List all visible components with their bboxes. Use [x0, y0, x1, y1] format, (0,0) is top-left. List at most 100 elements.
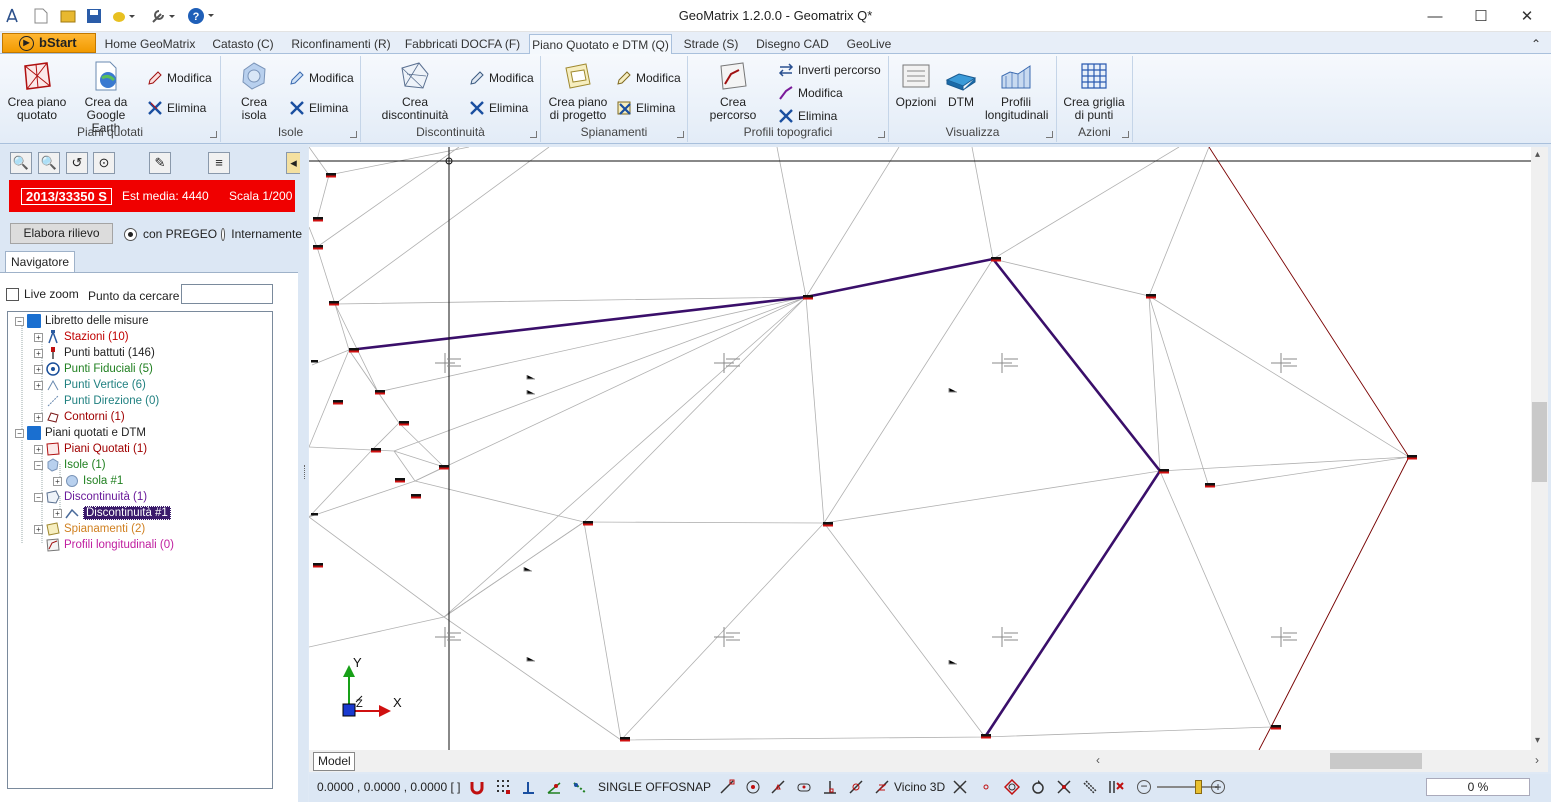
- elimina-discontinuita-button[interactable]: Elimina: [469, 99, 528, 117]
- tree-node-punti-vertice[interactable]: + Punti Vertice (6): [34, 377, 146, 393]
- crea-piano-di-progetto-button[interactable]: Crea piano di progetto: [547, 60, 609, 122]
- dialog-launcher-icon[interactable]: [677, 131, 684, 138]
- tree-node-punti-direzione[interactable]: Punti Direzione (0): [46, 393, 159, 409]
- snap-parallel-icon[interactable]: [1082, 779, 1098, 795]
- snap-nearest-icon[interactable]: [874, 779, 890, 795]
- zoom-out-icon[interactable]: 🔍: [38, 152, 60, 174]
- collapse-ribbon-icon[interactable]: ⌃: [1526, 34, 1546, 54]
- inverti-percorso-button[interactable]: Inverti percorso: [778, 61, 881, 79]
- collapse-icon[interactable]: −: [34, 460, 43, 470]
- magnet-icon[interactable]: [469, 779, 485, 795]
- collapse-icon[interactable]: −: [15, 316, 24, 326]
- zoom-in-button[interactable]: +: [1211, 780, 1225, 794]
- snap-rotate-icon[interactable]: [1030, 779, 1046, 795]
- tree-node-punti-fiduciali[interactable]: + Punti Fiduciali (5): [34, 361, 153, 377]
- expand-icon[interactable]: +: [53, 508, 62, 518]
- tab-disegno-cad[interactable]: Disegno CAD: [750, 34, 835, 54]
- close-button[interactable]: ✕: [1504, 0, 1550, 32]
- crea-piano-quotato-button[interactable]: Crea piano quotato: [6, 60, 68, 122]
- elimina-percorso-button[interactable]: Elimina: [778, 107, 837, 125]
- modifica-isola-button[interactable]: Modifica: [289, 69, 354, 87]
- snap-endpoint-icon[interactable]: [719, 779, 735, 795]
- tree-node-piani-quotati[interactable]: + Piani Quotati (1): [34, 441, 147, 457]
- crea-isola-button[interactable]: Crea isola: [227, 60, 281, 122]
- maximize-button[interactable]: ☐: [1458, 0, 1504, 32]
- tab-navigatore[interactable]: Navigatore: [5, 251, 75, 273]
- tree-node-stazioni[interactable]: + Stazioni (10): [34, 329, 129, 345]
- tab-home-geomatrix[interactable]: Home GeoMatrix: [100, 34, 200, 54]
- tree-node-profili-longitudinali[interactable]: Profili longitudinali (0): [46, 537, 174, 553]
- crea-percorso-button[interactable]: Crea percorso: [696, 60, 770, 122]
- snap-midpoint-icon[interactable]: [770, 779, 786, 795]
- radio-internamente[interactable]: Internamente: [221, 227, 302, 241]
- snap-point-icon[interactable]: [978, 779, 994, 795]
- dialog-launcher-icon[interactable]: [530, 131, 537, 138]
- layers-icon[interactable]: ≡: [208, 152, 230, 174]
- profili-longitudinali-button[interactable]: Profili longitudinali: [985, 60, 1048, 122]
- zoom-window-icon[interactable]: 🔍: [10, 152, 32, 174]
- opzioni-button[interactable]: Opzioni: [895, 60, 937, 109]
- modifica-percorso-button[interactable]: Modifica: [778, 84, 843, 102]
- snap-node-icon[interactable]: [796, 779, 812, 795]
- snap-center-icon[interactable]: [745, 779, 761, 795]
- scroll-down-icon[interactable]: ▾: [1535, 735, 1540, 746]
- expand-icon[interactable]: +: [34, 348, 43, 358]
- expand-icon[interactable]: +: [34, 444, 43, 454]
- pencil-icon[interactable]: ✎: [149, 152, 171, 174]
- expand-icon[interactable]: +: [53, 476, 62, 486]
- tree-node-spianamenti[interactable]: + Spianamenti (2): [34, 521, 145, 537]
- dialog-launcher-icon[interactable]: [878, 131, 885, 138]
- vicino-3d-toggle[interactable]: Vicino 3D: [894, 780, 945, 794]
- elabora-rilievo-button[interactable]: Elabora rilievo: [10, 223, 113, 244]
- scroll-right-icon[interactable]: ›: [1535, 753, 1539, 767]
- tree-node-punti-battuti[interactable]: + Punti battuti (146): [34, 345, 155, 361]
- modifica-piano-button[interactable]: Modifica: [147, 69, 212, 87]
- zoom-slider-thumb[interactable]: [1195, 780, 1202, 794]
- dialog-launcher-icon[interactable]: [1046, 131, 1053, 138]
- elimina-piano-button[interactable]: Elimina: [147, 99, 206, 117]
- grid-snap-icon[interactable]: [495, 779, 511, 795]
- dialog-launcher-icon[interactable]: [1122, 131, 1129, 138]
- expand-icon[interactable]: +: [34, 332, 43, 342]
- expand-icon[interactable]: +: [34, 412, 43, 422]
- single-off-toggle[interactable]: SINGLE OFF: [598, 780, 669, 794]
- tree-node-discontinuita-1[interactable]: + Discontinuità #1: [53, 505, 171, 521]
- dialog-launcher-icon[interactable]: [210, 131, 217, 138]
- elimina-spianamento-button[interactable]: Elimina: [616, 99, 675, 117]
- expand-icon[interactable]: +: [34, 364, 43, 374]
- object-tracking-icon[interactable]: [572, 779, 588, 795]
- modifica-discontinuita-button[interactable]: Modifica: [469, 69, 534, 87]
- tab-riconfinamenti[interactable]: Riconfinamenti (R): [286, 34, 396, 54]
- bstart-button[interactable]: ▶ bStart: [2, 33, 96, 53]
- tab-fabbricati-docfa[interactable]: Fabbricati DOCFA (F): [400, 34, 525, 54]
- zoom-out-button[interactable]: −: [1137, 780, 1151, 794]
- crea-griglia-di-punti-button[interactable]: Crea griglia di punti: [1063, 60, 1125, 122]
- modifica-spianamento-button[interactable]: Modifica: [616, 69, 681, 87]
- zoom-slider-track[interactable]: [1157, 786, 1217, 788]
- tree-node-contorni[interactable]: + Contorni (1): [34, 409, 125, 425]
- collapse-icon[interactable]: −: [15, 428, 24, 438]
- expand-icon[interactable]: +: [34, 524, 43, 534]
- osnap-toggle[interactable]: OSNAP: [669, 780, 711, 794]
- tree-node-isole[interactable]: − Isole (1): [34, 457, 106, 473]
- tab-strade[interactable]: Strade (S): [676, 34, 746, 54]
- minimize-button[interactable]: —: [1412, 0, 1458, 32]
- snap-intersection-icon[interactable]: [952, 779, 968, 795]
- collapse-icon[interactable]: −: [34, 492, 43, 502]
- tree-node-discontinuita[interactable]: − Discontinuità (1): [34, 489, 147, 505]
- snap-quadrant-icon[interactable]: [1003, 778, 1021, 796]
- radio-con-pregeo[interactable]: con PREGEO: [124, 227, 217, 241]
- drawing-canvas[interactable]: Y X Z: [309, 147, 1531, 750]
- tab-piano-quotato-dtm[interactable]: Piano Quotato e DTM (Q): [529, 34, 672, 55]
- zoom-extents-icon[interactable]: ⊙: [93, 152, 115, 174]
- tree-node-isola-1[interactable]: + Isola #1: [53, 473, 123, 489]
- crea-discontinuita-button[interactable]: Crea discontinuità: [369, 60, 461, 122]
- live-zoom-checkbox[interactable]: Live zoom: [6, 287, 79, 301]
- dialog-launcher-icon[interactable]: [350, 131, 357, 138]
- expand-icon[interactable]: +: [34, 380, 43, 390]
- horizontal-scroll-thumb[interactable]: [1330, 753, 1422, 769]
- panel-splitter[interactable]: [302, 145, 308, 802]
- crea-da-google-earth-button[interactable]: Crea da Google Earth: [72, 60, 140, 135]
- collapse-panel-icon[interactable]: ◂: [286, 152, 300, 174]
- dtm-button[interactable]: DTM: [941, 60, 981, 109]
